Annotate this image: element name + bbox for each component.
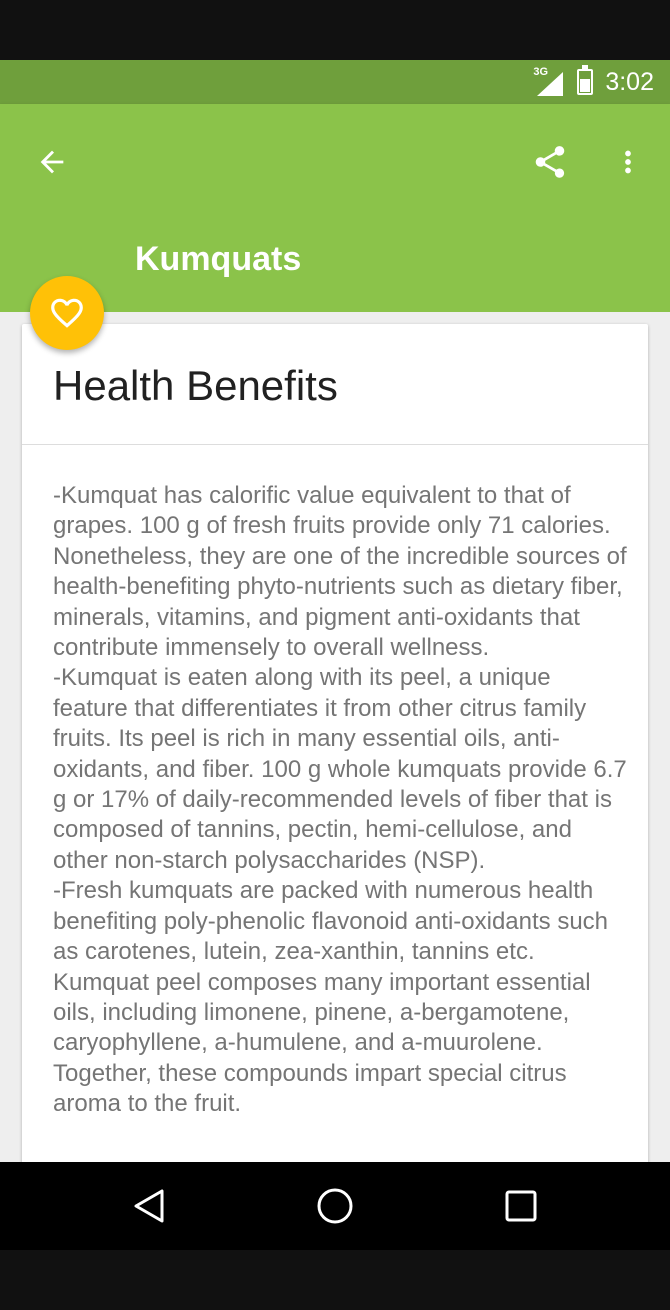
nav-home-button[interactable] [305, 1176, 365, 1236]
bottom-system-area [0, 1250, 670, 1310]
heart-outline-icon [51, 298, 83, 328]
benefit-paragraph: -Kumquat is eaten along with its peel, a… [53, 664, 627, 874]
network-indicator: 3G [533, 66, 564, 96]
nav-home-icon [317, 1188, 353, 1224]
nav-recents-icon [505, 1190, 537, 1222]
page-title: Kumquats [135, 240, 302, 278]
app-bar: Kumquats [0, 104, 670, 312]
top-system-area [0, 0, 670, 60]
favorite-button[interactable] [30, 276, 104, 350]
share-icon [535, 146, 565, 178]
content-scroll-area[interactable]: Health Benefits -Kumquat has calorific v… [0, 312, 670, 1162]
status-bar: 3G 3:02 [0, 60, 670, 104]
network-type: 3G [533, 66, 549, 78]
benefit-paragraph: -Fresh kumquats are packed with numerous… [53, 877, 609, 1118]
card-title: Health Benefits [53, 362, 338, 409]
nav-back-icon [134, 1189, 164, 1223]
nav-recents-button[interactable] [491, 1176, 551, 1236]
card-body: -Kumquat has calorific value equivalent … [22, 445, 648, 1120]
share-button[interactable] [522, 134, 578, 190]
card-header: Health Benefits [22, 324, 648, 445]
benefit-paragraph: -Kumquat has calorific value equivalent … [53, 482, 627, 662]
arrow-back-icon [40, 150, 64, 174]
more-vert-icon [625, 150, 631, 174]
nav-back-button[interactable] [119, 1176, 179, 1236]
more-options-button[interactable] [604, 134, 652, 190]
battery-icon [577, 65, 594, 95]
navigation-bar [0, 1162, 670, 1250]
back-button[interactable] [24, 134, 80, 190]
status-clock: 3:02 [605, 67, 654, 96]
health-benefits-card: Health Benefits -Kumquat has calorific v… [22, 324, 648, 1162]
